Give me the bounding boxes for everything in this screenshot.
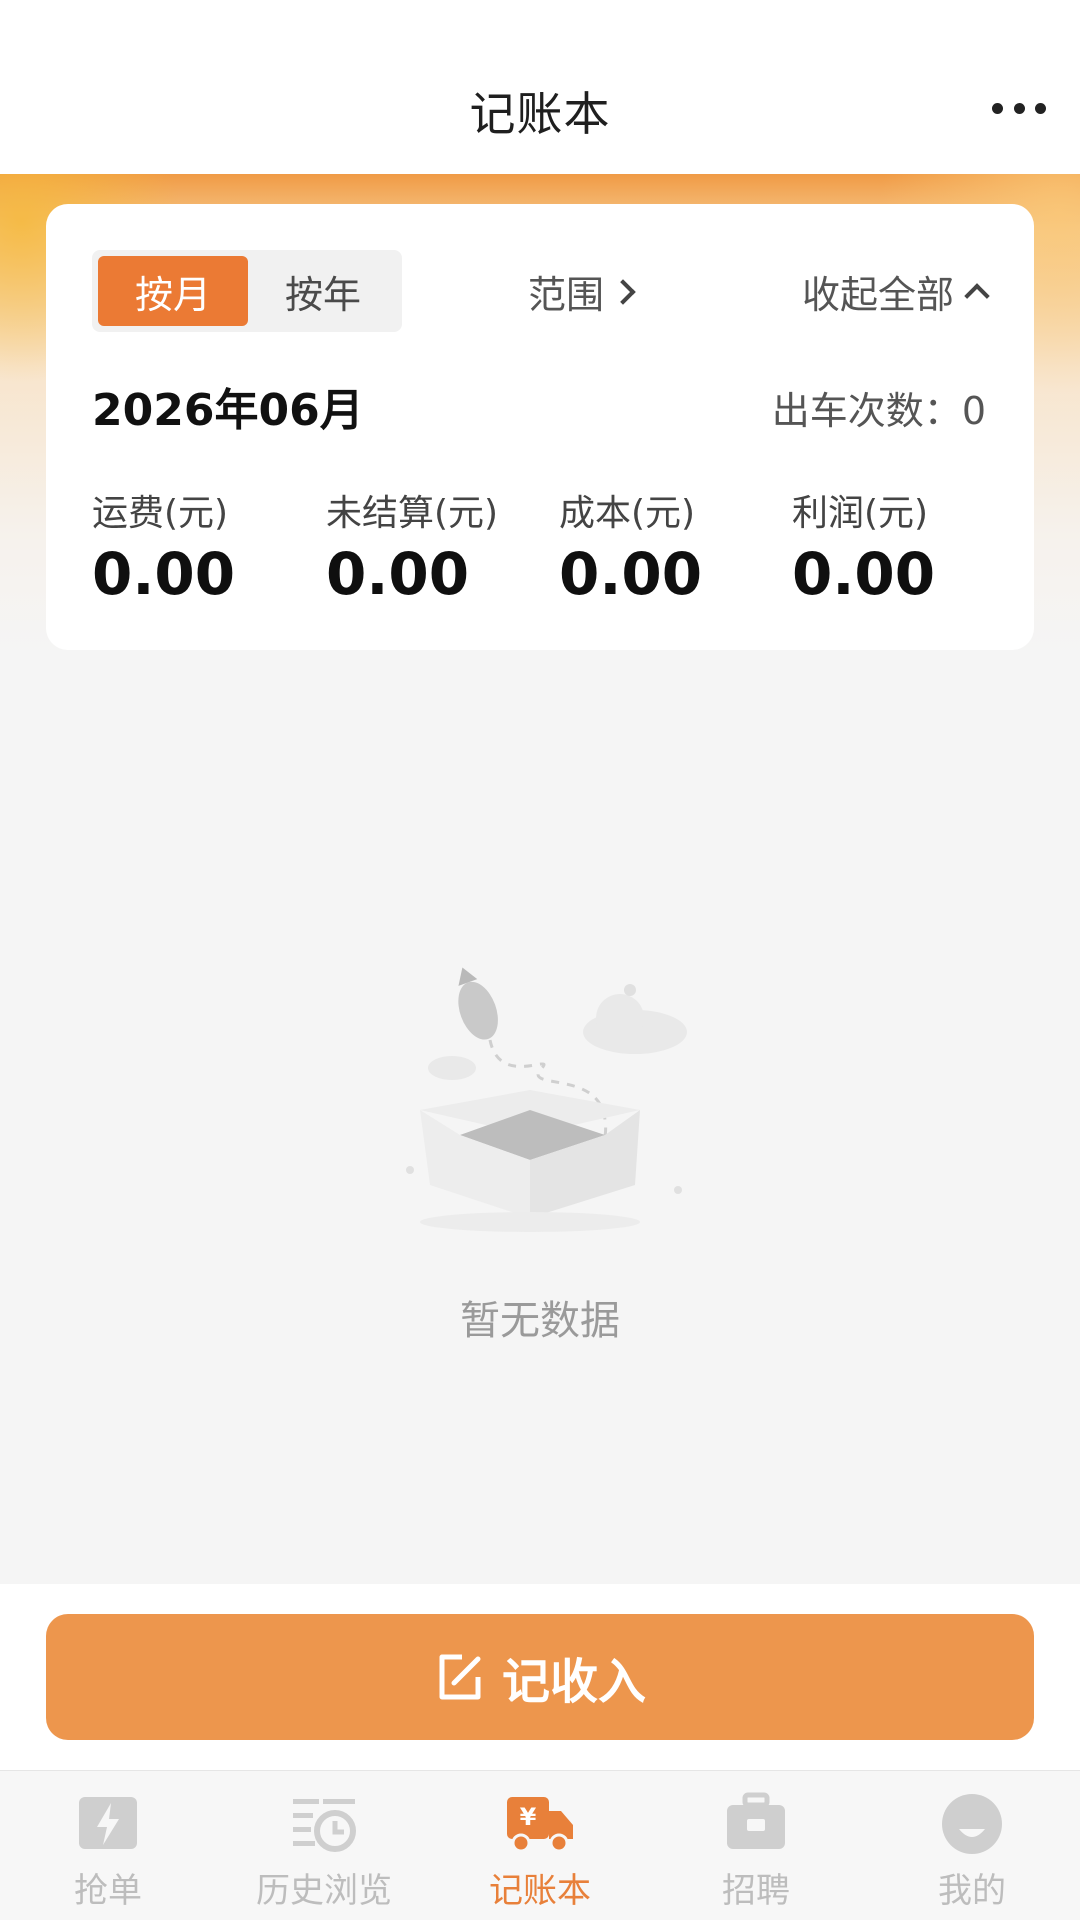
stat-value: 0.00 (559, 540, 703, 608)
period-segmented-control: 按月 按年 (92, 250, 402, 332)
tab-me[interactable]: 我的 (864, 1771, 1080, 1920)
chevron-right-icon (610, 278, 636, 305)
summary-card: 按月 按年 范围 收起全部 2026年06月 出车次数：0 运费(元) 0.00… (46, 204, 1034, 650)
stat-label: 运费(元) (92, 493, 229, 534)
record-income-label: 记收入 (501, 1654, 646, 1710)
stat-unsettled: 未结算(元) 0.00 (326, 484, 498, 608)
briefcase-icon (727, 1792, 785, 1849)
tab-bar: 抢单 历史浏览 ¥ 记账本 招聘 我的 (0, 1770, 1080, 1920)
more-dot-icon (1013, 102, 1025, 114)
stat-label: 成本(元) (559, 493, 696, 534)
tab-history[interactable]: 历史浏览 (216, 1771, 432, 1920)
collapse-all-button[interactable]: 收起全部 (801, 264, 990, 319)
svg-text:¥: ¥ (520, 1803, 537, 1831)
bottom-action-area: 记收入 (0, 1584, 1080, 1770)
empty-state-text: 暂无数据 (460, 1298, 620, 1344)
history-icon (293, 1799, 356, 1852)
empty-box-icon (406, 967, 687, 1232)
tab-label: 记账本 (489, 1871, 591, 1911)
stat-value: 0.00 (92, 540, 236, 608)
page-title: 记账本 (469, 87, 611, 141)
trip-count-label: 出车次数： (771, 389, 962, 433)
segment-by-year[interactable]: 按年 (248, 256, 398, 326)
page: 记账本 按月 按年 范围 收起全部 2026年06月 出车次数：0 运费(元) … (0, 0, 1080, 1920)
range-button[interactable]: 范围 (528, 264, 636, 319)
stat-profit: 利润(元) 0.00 (792, 484, 935, 608)
edit-icon (439, 1654, 481, 1700)
tab-recruitment[interactable]: 招聘 (648, 1771, 864, 1920)
more-menu-button[interactable] (992, 96, 1046, 120)
range-label: 范围 (528, 273, 605, 317)
segment-by-month[interactable]: 按月 (98, 256, 248, 326)
record-income-button[interactable]: 记收入 (46, 1614, 1034, 1740)
tab-ledger[interactable]: ¥ 记账本 (432, 1771, 648, 1920)
tab-grab-order[interactable]: 抢单 (0, 1771, 216, 1920)
stat-value: 0.00 (326, 540, 470, 608)
truck-yen-icon: ¥ (507, 1797, 573, 1853)
tab-label: 我的 (938, 1871, 1006, 1911)
tab-label: 历史浏览 (256, 1871, 392, 1911)
chevron-up-icon (964, 282, 990, 309)
trip-count: 出车次数：0 (772, 380, 986, 435)
tab-label: 抢单 (74, 1871, 142, 1911)
empty-box-illustration (390, 960, 690, 1240)
period-label: 2026年06月 (92, 385, 364, 436)
trip-count-value: 0 (961, 389, 986, 433)
stat-freight: 运费(元) 0.00 (92, 484, 235, 608)
profile-icon (942, 1794, 1002, 1854)
lightning-icon (79, 1797, 137, 1849)
collapse-label: 收起全部 (801, 273, 954, 317)
more-dot-icon (992, 102, 1003, 114)
tab-label: 招聘 (722, 1871, 790, 1911)
nav-bar: 记账本 (0, 0, 1080, 174)
stat-label: 未结算(元) (326, 493, 499, 534)
more-dot-icon (1035, 102, 1046, 114)
stat-value: 0.00 (792, 540, 936, 608)
stat-label: 利润(元) (792, 493, 929, 534)
stat-cost: 成本(元) 0.00 (559, 484, 702, 608)
